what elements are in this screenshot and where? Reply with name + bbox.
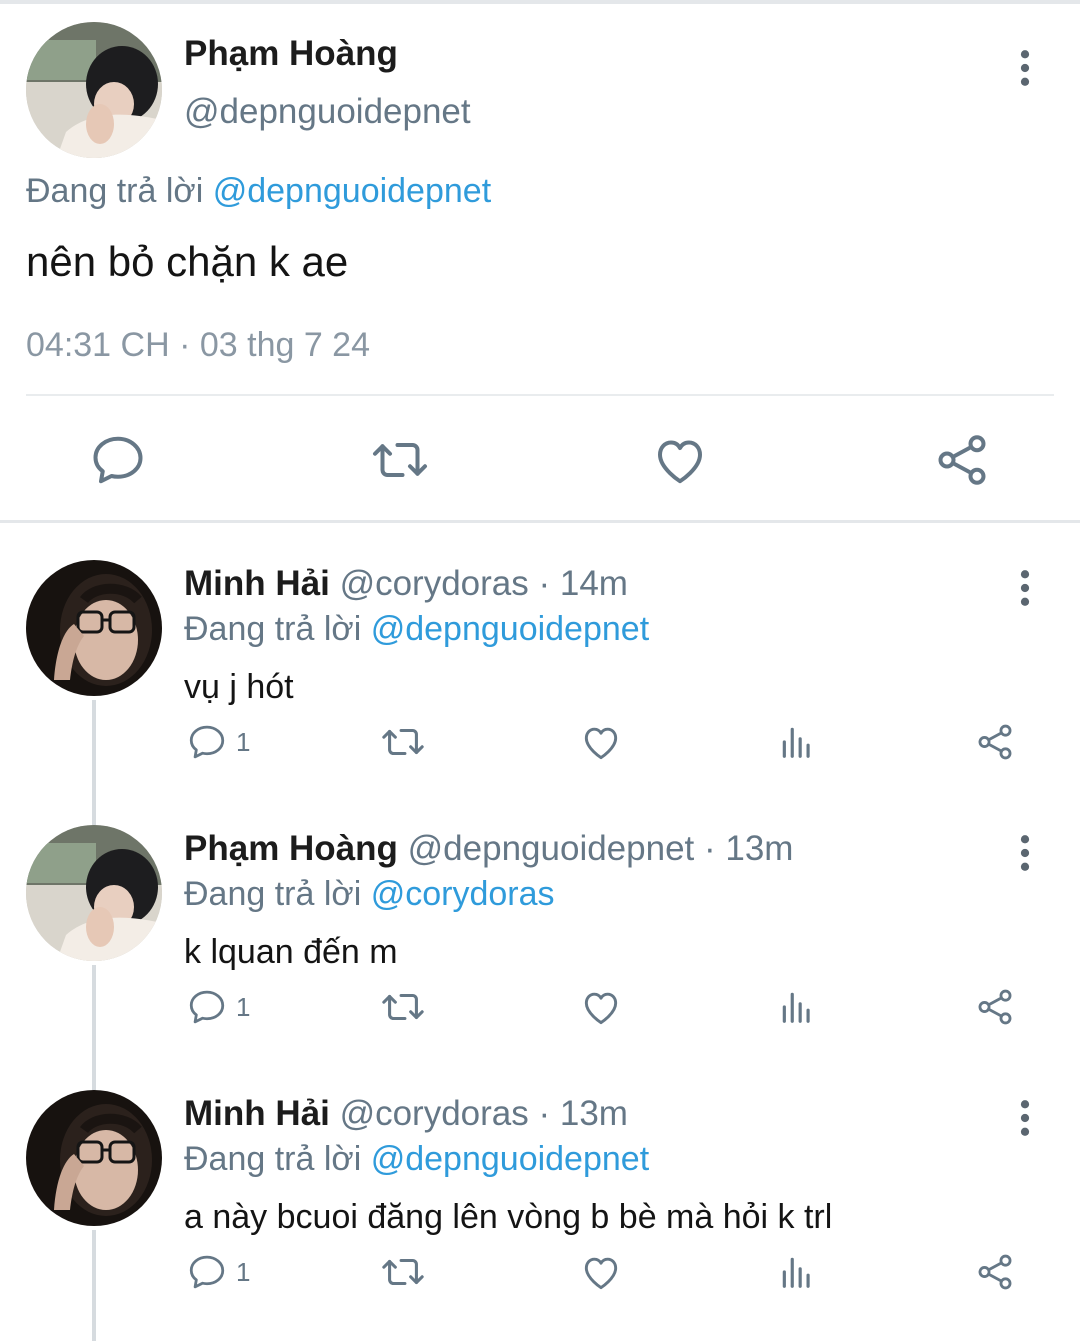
main-tweet: Phạm Hoàng @depnguoidepnet Đang trả lời …: [0, 0, 1080, 520]
stats-icon: [778, 1252, 816, 1292]
reply-count: 1: [236, 726, 251, 757]
reply-tweet[interactable]: Minh Hải @corydoras · 13m Đang trả lời @…: [0, 1090, 1080, 1341]
replying-to: Đang trả lời @depnguoidepnet: [184, 1140, 649, 1179]
retweet-icon: [380, 984, 426, 1030]
like-icon: [579, 720, 623, 764]
avatar[interactable]: [26, 560, 162, 696]
reply-tweet[interactable]: Phạm Hoàng @depnguoidepnet · 13m Đang tr…: [0, 825, 1080, 1092]
replying-to: Đang trả lời @corydoras: [184, 875, 555, 914]
more-options-button[interactable]: [1008, 1096, 1042, 1140]
tweet-actions: 1: [0, 720, 1080, 768]
author-name[interactable]: Minh Hải: [184, 564, 330, 603]
reply-tweet[interactable]: Minh Hải @corydoras · 14m Đang trả lời @…: [0, 560, 1080, 827]
replying-to-link[interactable]: @corydoras: [371, 875, 555, 913]
author-handle-time: @corydoras · 13m: [339, 1094, 628, 1133]
share-icon: [974, 1251, 1016, 1293]
reply-icon: [186, 986, 228, 1028]
like-button[interactable]: [579, 985, 623, 1029]
tweet-text: k lquan đến m: [184, 933, 398, 971]
author-name[interactable]: Minh Hải: [184, 1094, 330, 1133]
reply-button[interactable]: [88, 430, 148, 490]
author-handle-time: @depnguoidepnet · 13m: [407, 829, 794, 868]
avatar[interactable]: [26, 825, 162, 961]
retweet-icon: [380, 1249, 426, 1295]
divider: [26, 394, 1054, 396]
author-name[interactable]: Phạm Hoàng: [184, 829, 398, 868]
reply-button[interactable]: 1: [186, 720, 250, 764]
tweet-text: nên bỏ chặn k ae: [26, 238, 349, 285]
tweet-actions: 1: [0, 985, 1080, 1033]
retweet-icon: [370, 430, 430, 490]
analytics-button[interactable]: [778, 1250, 816, 1294]
replying-to: Đang trả lời @depnguoidepnet: [184, 610, 649, 649]
avatar-image: [26, 22, 162, 158]
like-icon: [579, 985, 623, 1029]
retweet-icon: [380, 719, 426, 765]
like-icon: [579, 1250, 623, 1294]
avatar-image: [26, 825, 162, 961]
replying-prefix: Đang trả lời: [184, 1140, 362, 1178]
stats-icon: [778, 722, 816, 762]
analytics-button[interactable]: [778, 720, 816, 764]
share-icon: [974, 986, 1016, 1028]
share-icon: [974, 721, 1016, 763]
section-divider: [0, 520, 1080, 523]
tweet-text: a này bcuoi đăng lên vòng b bè mà hỏi k …: [184, 1198, 833, 1236]
author-name[interactable]: Phạm Hoàng: [184, 34, 398, 74]
retweet-button[interactable]: [380, 1250, 426, 1294]
tweet-text: vụ j hót: [184, 668, 294, 706]
more-options-button[interactable]: [1008, 566, 1042, 610]
retweet-button[interactable]: [370, 430, 430, 490]
reply-icon: [186, 721, 228, 763]
replying-to: Đang trả lời @depnguoidepnet: [26, 172, 491, 211]
reply-header: Minh Hải @corydoras · 13m: [184, 1094, 628, 1134]
replying-to-link[interactable]: @depnguoidepnet: [213, 172, 491, 210]
replying-to-link[interactable]: @depnguoidepnet: [371, 610, 649, 648]
reply-icon: [88, 430, 148, 490]
share-button[interactable]: [932, 430, 992, 490]
author-handle[interactable]: @depnguoidepnet: [184, 92, 471, 132]
replying-prefix: Đang trả lời: [26, 172, 204, 210]
like-button[interactable]: [579, 720, 623, 764]
more-vertical-icon: [1008, 566, 1042, 610]
share-button[interactable]: [974, 1250, 1016, 1294]
avatar[interactable]: [26, 1090, 162, 1226]
stats-icon: [778, 987, 816, 1027]
share-button[interactable]: [974, 985, 1016, 1029]
like-button[interactable]: [579, 1250, 623, 1294]
reply-count: 1: [236, 991, 251, 1022]
tweet-timestamp: 04:31 CH · 03 thg 7 24: [26, 326, 371, 364]
replying-prefix: Đang trả lời: [184, 610, 362, 648]
reply-header: Minh Hải @corydoras · 14m: [184, 564, 628, 604]
more-options-button[interactable]: [1008, 46, 1042, 90]
share-button[interactable]: [974, 720, 1016, 764]
more-vertical-icon: [1008, 46, 1042, 90]
replying-to-link[interactable]: @depnguoidepnet: [371, 1140, 649, 1178]
avatar-image: [26, 560, 162, 696]
more-vertical-icon: [1008, 1096, 1042, 1140]
like-button[interactable]: [650, 430, 710, 490]
avatar-image: [26, 1090, 162, 1226]
more-options-button[interactable]: [1008, 831, 1042, 875]
analytics-button[interactable]: [778, 985, 816, 1029]
share-icon: [932, 430, 992, 490]
avatar[interactable]: [26, 22, 162, 158]
author-handle-time: @corydoras · 14m: [339, 564, 628, 603]
more-vertical-icon: [1008, 831, 1042, 875]
like-icon: [650, 430, 710, 490]
replying-prefix: Đang trả lời: [184, 875, 362, 913]
retweet-button[interactable]: [380, 985, 426, 1029]
retweet-button[interactable]: [380, 720, 426, 764]
reply-header: Phạm Hoàng @depnguoidepnet · 13m: [184, 829, 793, 869]
reply-button[interactable]: 1: [186, 985, 250, 1029]
reply-count: 1: [236, 1256, 251, 1287]
tweet-actions: 1: [0, 1250, 1080, 1298]
reply-icon: [186, 1251, 228, 1293]
reply-button[interactable]: 1: [186, 1250, 250, 1294]
